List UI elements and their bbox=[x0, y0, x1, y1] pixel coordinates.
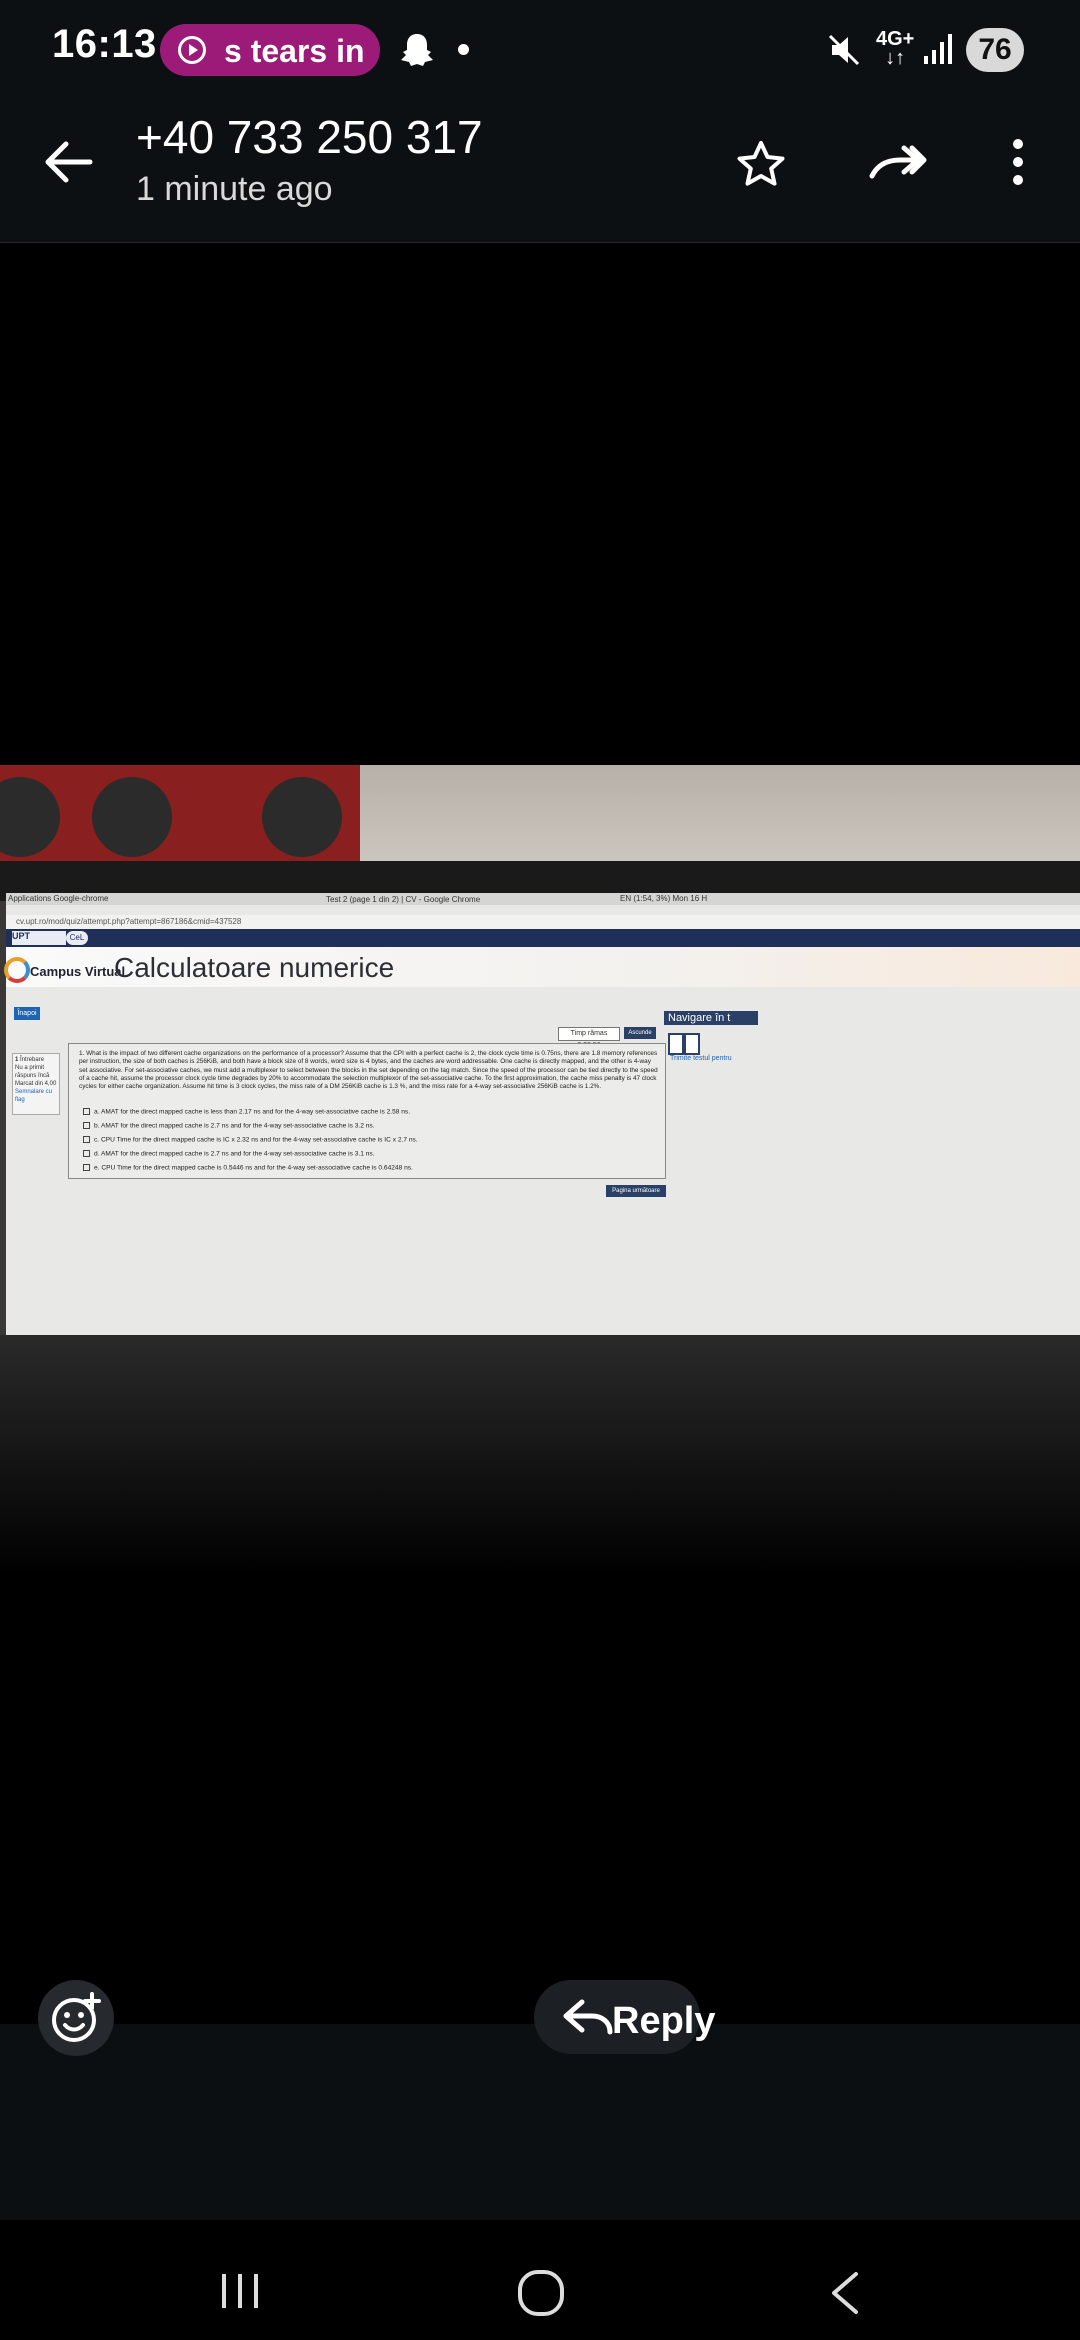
address-bar: cv.upt.ro/mod/quiz/attempt.php?attempt=8… bbox=[6, 915, 1080, 929]
laptop-bezel-bottom bbox=[0, 1335, 1080, 1575]
media-pill[interactable]: s tears in bbox=[160, 24, 380, 76]
power-socket bbox=[262, 777, 342, 857]
notification-dot-icon bbox=[458, 44, 469, 55]
question-text: 1. What is the impact of two different c… bbox=[79, 1050, 659, 1091]
quiz-navigation-title: Navigare în t bbox=[664, 1011, 758, 1025]
option-text: AMAT for the direct mapped cache is 2.7 … bbox=[100, 1150, 375, 1158]
signal-icon bbox=[924, 34, 952, 64]
question-nav-square bbox=[684, 1033, 700, 1055]
site-navbar bbox=[6, 929, 1080, 947]
more-options-icon[interactable] bbox=[1010, 138, 1026, 186]
answer-option-a: a. AMAT for the direct mapped cache is l… bbox=[83, 1108, 410, 1115]
answer-option-e: e. CPU Time for the direct mapped cache … bbox=[83, 1164, 413, 1171]
data-arrows-icon: ↓↑ bbox=[885, 47, 906, 69]
back-arrow-icon[interactable] bbox=[44, 140, 94, 184]
option-text: CPU Time for the direct mapped cache is … bbox=[100, 1136, 418, 1144]
option-text: AMAT for the direct mapped cache is less… bbox=[100, 1108, 411, 1116]
checkbox-icon bbox=[83, 1122, 90, 1129]
mute-icon bbox=[828, 34, 860, 66]
reply-arrow-icon bbox=[563, 1999, 613, 2035]
option-text: AMAT for the direct mapped cache is 2.7 … bbox=[100, 1122, 375, 1130]
recents-icon[interactable] bbox=[218, 2270, 264, 2312]
time-remaining: Timp rămas 0:38:56 bbox=[558, 1027, 620, 1049]
option-text: CPU Time for the direct mapped cache is … bbox=[101, 1164, 413, 1172]
browser-title-bar: Applications Google-chrome Test 2 (page … bbox=[6, 893, 1080, 905]
emoji-add-icon bbox=[52, 1992, 101, 2042]
power-socket bbox=[92, 777, 172, 857]
reply-label[interactable]: Reply bbox=[612, 2000, 715, 2043]
browser-tabs: Applications Google-chrome bbox=[8, 894, 109, 903]
checkbox-icon bbox=[83, 1150, 90, 1157]
window-title: Test 2 (page 1 din 2) | CV - Google Chro… bbox=[326, 895, 481, 904]
message-time: 1 minute ago bbox=[136, 170, 333, 208]
answer-option-d: d. AMAT for the direct mapped cache is 2… bbox=[83, 1150, 375, 1157]
contact-name: +40 733 250 317 bbox=[136, 111, 483, 163]
system-tray: EN (1:54, 3%) Mon 16 H bbox=[620, 894, 708, 903]
campus-header: Campus Virtual Calculatoare numerice bbox=[4, 947, 1080, 987]
back-button: Înapoi bbox=[14, 1007, 40, 1020]
option-letter: c. bbox=[94, 1136, 100, 1144]
snapchat-icon bbox=[401, 34, 433, 66]
next-page-button: Pagina următoare bbox=[606, 1185, 666, 1197]
checkbox-icon bbox=[83, 1136, 90, 1143]
checkbox-icon bbox=[83, 1164, 90, 1171]
question-box: 1. What is the impact of two different c… bbox=[68, 1043, 666, 1179]
finish-attempt-link: Trimite testul pentru bbox=[670, 1055, 732, 1062]
question-mark: Marcat din 4,00 bbox=[15, 1081, 57, 1087]
network-label: 4G+ ↓↑ bbox=[876, 29, 914, 69]
attached-photo[interactable]: Applications Google-chrome Test 2 (page … bbox=[0, 765, 1080, 1575]
campus-logo-icon bbox=[4, 957, 30, 983]
option-letter: d. bbox=[94, 1150, 100, 1158]
question-number-line: 1 Întrebare bbox=[15, 1056, 57, 1064]
question-info: 1 Întrebare Nu a primit răspuns încă Mar… bbox=[12, 1053, 60, 1115]
answer-option-c: c. CPU Time for the direct mapped cache … bbox=[83, 1136, 418, 1143]
option-letter: b. bbox=[94, 1122, 100, 1130]
url-text: cv.upt.ro/mod/quiz/attempt.php?attempt=8… bbox=[16, 917, 242, 926]
cel-logo: CeL bbox=[66, 931, 88, 945]
answer-option-b: b. AMAT for the direct mapped cache is 2… bbox=[83, 1122, 375, 1129]
media-text: s tears in bbox=[224, 33, 365, 69]
star-icon[interactable] bbox=[736, 140, 786, 188]
question-body: What is the impact of two different cach… bbox=[79, 1050, 658, 1091]
flag-question-link: Semnalare cu flag bbox=[15, 1089, 53, 1103]
option-letter: a. bbox=[94, 1108, 100, 1116]
reaction-button[interactable] bbox=[38, 1980, 114, 2056]
battery-indicator: 76 bbox=[966, 28, 1024, 72]
laptop-screen: Applications Google-chrome Test 2 (page … bbox=[4, 893, 1080, 1335]
question-number: 1 bbox=[15, 1057, 19, 1063]
hide-button: Ascunde bbox=[624, 1027, 656, 1039]
power-strip bbox=[0, 765, 360, 861]
checkbox-icon bbox=[83, 1108, 90, 1115]
option-letter: e. bbox=[94, 1164, 100, 1172]
campus-label: Campus Virtual bbox=[30, 964, 126, 979]
question-nav-square bbox=[668, 1033, 684, 1055]
course-title: Calculatoare numerice bbox=[114, 952, 395, 983]
question-status: Nu a primit răspuns încă bbox=[15, 1065, 50, 1079]
play-icon bbox=[178, 36, 206, 64]
clock: 16:13 bbox=[52, 22, 157, 66]
question-index: 1. bbox=[79, 1050, 85, 1057]
forward-icon[interactable] bbox=[868, 140, 928, 184]
question-number-label: Întrebare bbox=[20, 1057, 45, 1063]
system-navigation-bar bbox=[0, 2220, 1080, 2340]
home-icon[interactable] bbox=[516, 2268, 566, 2318]
university-logo: UPT bbox=[12, 931, 66, 945]
power-socket bbox=[0, 777, 60, 857]
nav-back-icon[interactable] bbox=[826, 2270, 862, 2316]
